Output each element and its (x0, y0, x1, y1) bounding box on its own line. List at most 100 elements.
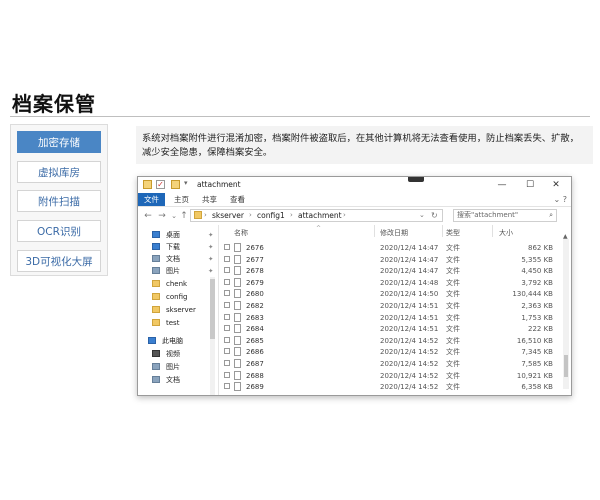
tree-item-test[interactable]: test (142, 317, 216, 329)
minimize-button[interactable]: — (489, 177, 515, 193)
search-icon: ⌕ (549, 211, 553, 219)
row-checkbox[interactable] (224, 278, 230, 285)
tree-item-pictures-pc[interactable]: 图片 (142, 361, 216, 373)
row-checkbox[interactable] (224, 302, 230, 308)
window-titlebar[interactable]: ✓ ▾ attachment — ☐ ✕ (138, 177, 571, 193)
nav-item-3d-dashboard[interactable]: 3D可视化大屏 (17, 250, 101, 272)
file-type: 文件 (446, 348, 460, 357)
file-name: 2686 (246, 348, 264, 357)
tab-file[interactable]: 文件 (138, 193, 165, 206)
tree-item-skserver[interactable]: skserver (142, 304, 216, 316)
tree-item-config[interactable]: config (142, 291, 216, 303)
tree-item-chenk[interactable]: chenk (142, 278, 216, 290)
new-folder-icon[interactable] (171, 180, 180, 189)
file-icon (234, 370, 241, 380)
tab-home[interactable]: 主页 (174, 193, 189, 206)
file-row[interactable]: 2683 2020/12/4 14:51 文件 1,753 KB (224, 312, 564, 325)
navigation-pane: 桌面 ✦ 下载 ✦ 文档 ✦ 图片 ✦ chenk config skserver te… (138, 225, 219, 395)
quick-access-dropdown-icon[interactable]: ▾ (184, 179, 188, 187)
file-row[interactable]: 2688 2020/12/4 14:52 文件 10,921 KB (224, 370, 564, 383)
tree-item-pictures[interactable]: 图片 ✦ (142, 265, 216, 277)
tree-item-desktop[interactable]: 桌面 ✦ (142, 229, 216, 241)
file-row[interactable]: 2677 2020/12/4 14:47 文件 5,355 KB (224, 254, 564, 267)
file-row[interactable]: 2686 2020/12/4 14:52 文件 7,345 KB (224, 347, 564, 359)
search-input[interactable]: 搜索"attachment" ⌕ (453, 209, 557, 222)
file-list: 名称 ^ 修改日期 类型 大小 2676 2020/12/4 14:47 文件 862… (224, 225, 564, 395)
tree-item-this-pc[interactable]: 此电脑 (140, 335, 214, 347)
file-icon (234, 347, 241, 357)
file-row[interactable]: 2685 2020/12/4 14:52 文件 16,510 KB (224, 335, 564, 348)
properties-icon[interactable]: ✓ (156, 180, 165, 189)
pictures-icon (152, 267, 160, 274)
forward-arrow-icon[interactable]: → (156, 210, 168, 222)
nav-item-attachment-scan[interactable]: 附件扫描 (17, 190, 101, 212)
breadcrumb-attachment[interactable]: attachment (298, 210, 342, 221)
row-checkbox[interactable] (224, 336, 230, 343)
tree-item-downloads[interactable]: 下载 ✦ (142, 241, 216, 253)
row-checkbox[interactable] (224, 313, 230, 320)
folder-icon (194, 211, 202, 219)
row-checkbox[interactable] (224, 360, 230, 366)
address-bar[interactable]: › skserver › config1 › attachment › ⌄ ↻ (190, 209, 443, 222)
row-checkbox[interactable] (224, 255, 230, 262)
tree-scrollbar[interactable] (210, 277, 215, 395)
scrollbar-thumb[interactable] (564, 355, 568, 377)
column-header-name[interactable]: 名称 (234, 228, 248, 238)
row-checkbox[interactable] (224, 371, 230, 378)
file-row[interactable]: 2680 2020/12/4 14:50 文件 130,444 KB (224, 289, 564, 301)
up-arrow-icon[interactable]: ↑ (178, 210, 190, 222)
title-divider (10, 116, 590, 117)
ribbon-expand-icon[interactable]: ⌄ ? (554, 193, 568, 206)
file-row[interactable]: 2682 2020/12/4 14:51 文件 2,363 KB (224, 301, 564, 313)
back-arrow-icon[interactable]: ← (142, 210, 154, 222)
pictures-icon (152, 363, 160, 370)
nav-item-ocr[interactable]: OCR识别 (17, 220, 101, 242)
file-size: 222 KB (528, 325, 553, 334)
tab-share[interactable]: 共享 (202, 193, 217, 206)
ribbon-tabs: 文件 主页 共享 查看 ⌄ ? (138, 193, 571, 207)
page-title: 档案保管 (12, 92, 96, 116)
file-row[interactable]: 2679 2020/12/4 14:48 文件 3,792 KB (224, 277, 564, 290)
file-row[interactable]: 2689 2020/12/4 14:52 文件 6,358 KB (224, 382, 564, 394)
tree-item-documents[interactable]: 文档 ✦ (142, 253, 216, 265)
column-header-type[interactable]: 类型 (446, 228, 460, 238)
file-size: 4,450 KB (521, 267, 553, 276)
file-date: 2020/12/4 14:52 (380, 336, 439, 345)
refresh-icon[interactable]: ↻ (431, 210, 438, 221)
row-checkbox[interactable] (224, 244, 230, 250)
file-size: 6,358 KB (521, 383, 553, 392)
file-list-scrollbar[interactable]: ▲ (563, 233, 569, 389)
file-row[interactable]: 2678 2020/12/4 14:47 文件 4,450 KB (224, 266, 564, 278)
breadcrumb-skserver[interactable]: skserver (212, 210, 244, 221)
row-checkbox[interactable] (224, 383, 230, 390)
maximize-button[interactable]: ☐ (517, 177, 543, 193)
tab-view[interactable]: 查看 (230, 193, 245, 206)
column-header-size[interactable]: 大小 (499, 228, 513, 238)
file-date: 2020/12/4 14:52 (380, 371, 439, 380)
file-size: 862 KB (528, 244, 553, 252)
file-name: 2688 (246, 371, 264, 380)
file-row[interactable]: 2676 2020/12/4 14:47 文件 862 KB (224, 243, 564, 255)
scroll-up-icon[interactable]: ▲ (563, 233, 568, 240)
row-checkbox[interactable] (224, 325, 230, 332)
file-row[interactable]: 2684 2020/12/4 14:51 文件 222 KB (224, 324, 564, 336)
nav-item-encrypted-storage[interactable]: 加密存储 (17, 131, 101, 153)
file-name: 2676 (246, 244, 264, 252)
address-dropdown-icon[interactable]: ⌄ (419, 210, 425, 221)
close-button[interactable]: ✕ (543, 177, 569, 193)
column-header-date[interactable]: 修改日期 (380, 228, 408, 238)
file-row[interactable]: 2687 2020/12/4 14:52 文件 7,585 KB (224, 359, 564, 371)
nav-item-virtual-warehouse[interactable]: 虚拟库房 (17, 161, 101, 183)
row-checkbox[interactable] (224, 348, 230, 355)
file-size: 16,510 KB (516, 336, 553, 345)
sort-up-icon: ^ (316, 225, 322, 232)
tree-item-videos[interactable]: 视频 (142, 348, 216, 360)
tree-item-documents-pc[interactable]: 文档 (142, 374, 216, 386)
file-icon (234, 277, 241, 287)
row-checkbox[interactable] (224, 267, 230, 274)
file-icon (234, 243, 241, 252)
scrollbar-thumb[interactable] (210, 279, 215, 339)
file-size: 2,363 KB (521, 302, 553, 310)
breadcrumb-config1[interactable]: config1 (257, 210, 285, 221)
row-checkbox[interactable] (224, 290, 230, 297)
